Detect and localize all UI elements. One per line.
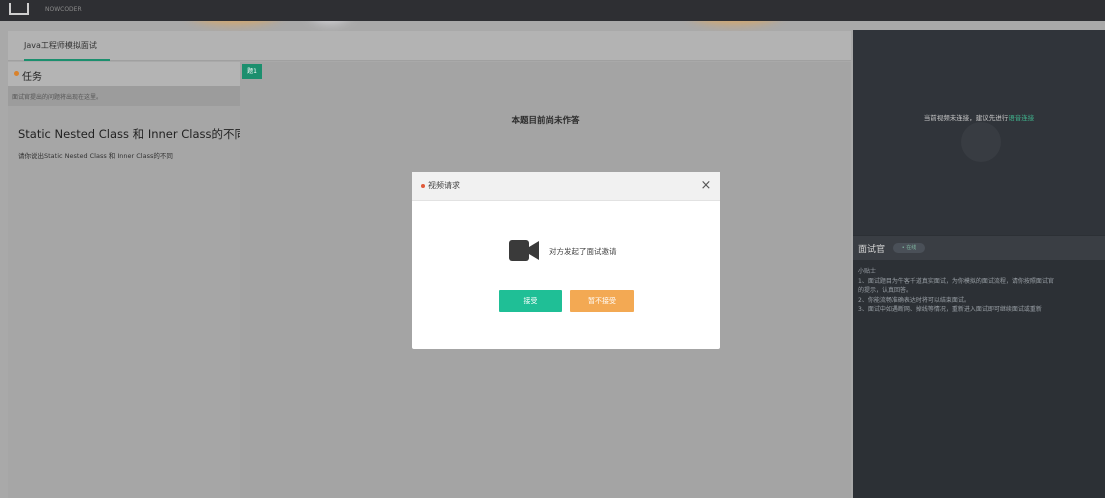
logo-icon[interactable] [9, 3, 29, 15]
close-icon[interactable]: × [698, 177, 714, 195]
question-description: 请你说出Static Nested Class 和 Inner Class的不同 [18, 152, 173, 160]
question-title: Static Nested Class 和 Inner Class的不同 [18, 127, 246, 141]
tab-bar: Java工程师模拟面试 [8, 31, 851, 61]
question-badge[interactable]: 题1 [242, 64, 262, 79]
interviewer-panel: 当前视频未连接，建议先进行语音连接 面试官 • 在线 小贴士 1、面试题目为牛客… [853, 30, 1105, 498]
interviewer-title: 面试官 [858, 245, 886, 255]
top-bar: NOWCODER [0, 0, 1105, 21]
video-camera-icon [509, 240, 539, 261]
voice-connect-link[interactable]: 语音连接 [1008, 114, 1034, 122]
tip-line: 1、面试题目为牛客千道真实面试，为你模拟的面试流程，请你按照面试官 [858, 277, 1054, 285]
interviewer-header: 面试官 • 在线 [853, 236, 1105, 260]
tips-list: 小贴士 1、面试题目为牛客千道真实面试，为你模拟的面试流程，请你按照面试官 的提… [858, 267, 1105, 315]
active-tab-indicator [24, 59, 110, 61]
tip-line: 3、面试中如遇断网、掉线等情况，重新进入面试即可继续面试或重新 [858, 306, 1042, 313]
video-status-message: 当前视频未连接，建议先进行语音连接 [853, 112, 1105, 122]
decline-button[interactable]: 暂不接受 [570, 290, 634, 312]
brand-text: NOWCODER [45, 6, 82, 13]
video-status-text: 当前视频未连接，建议先进行 [923, 114, 1009, 122]
task-panel: 任务 面试官提出的问题将出现在这里。 Static Nested Class 和… [8, 62, 246, 498]
task-header: 任务 [8, 62, 240, 86]
task-title: 任务 [22, 72, 42, 83]
dialog-title: 视频请求 [428, 181, 460, 190]
task-subtitle: 面试官提出的问题将出现在这里。 [8, 86, 240, 106]
video-area: 当前视频未连接，建议先进行语音连接 [853, 30, 1105, 235]
tab-java-interview[interactable]: Java工程师模拟面试 [24, 40, 97, 51]
no-answer-text: 本题目前尚未作答 [511, 116, 580, 126]
tip-line: 小贴士 [858, 268, 877, 275]
dialog-header: 视频请求 [412, 172, 720, 201]
required-dot-icon [421, 184, 425, 188]
dialog-message: 对方发起了面试邀请 [549, 247, 617, 256]
online-status-badge: • 在线 [893, 243, 925, 253]
task-dot-icon [14, 71, 19, 76]
accept-button[interactable]: 接受 [499, 290, 562, 312]
avatar-placeholder-icon [961, 122, 1001, 162]
tip-line: 的提示，认真回答。 [858, 287, 913, 294]
video-request-dialog: 视频请求 × 对方发起了面试邀请 接受 暂不接受 [412, 172, 720, 349]
tip-line: 2、你能流畅准确表达时将可以结束面试。 [858, 296, 970, 304]
